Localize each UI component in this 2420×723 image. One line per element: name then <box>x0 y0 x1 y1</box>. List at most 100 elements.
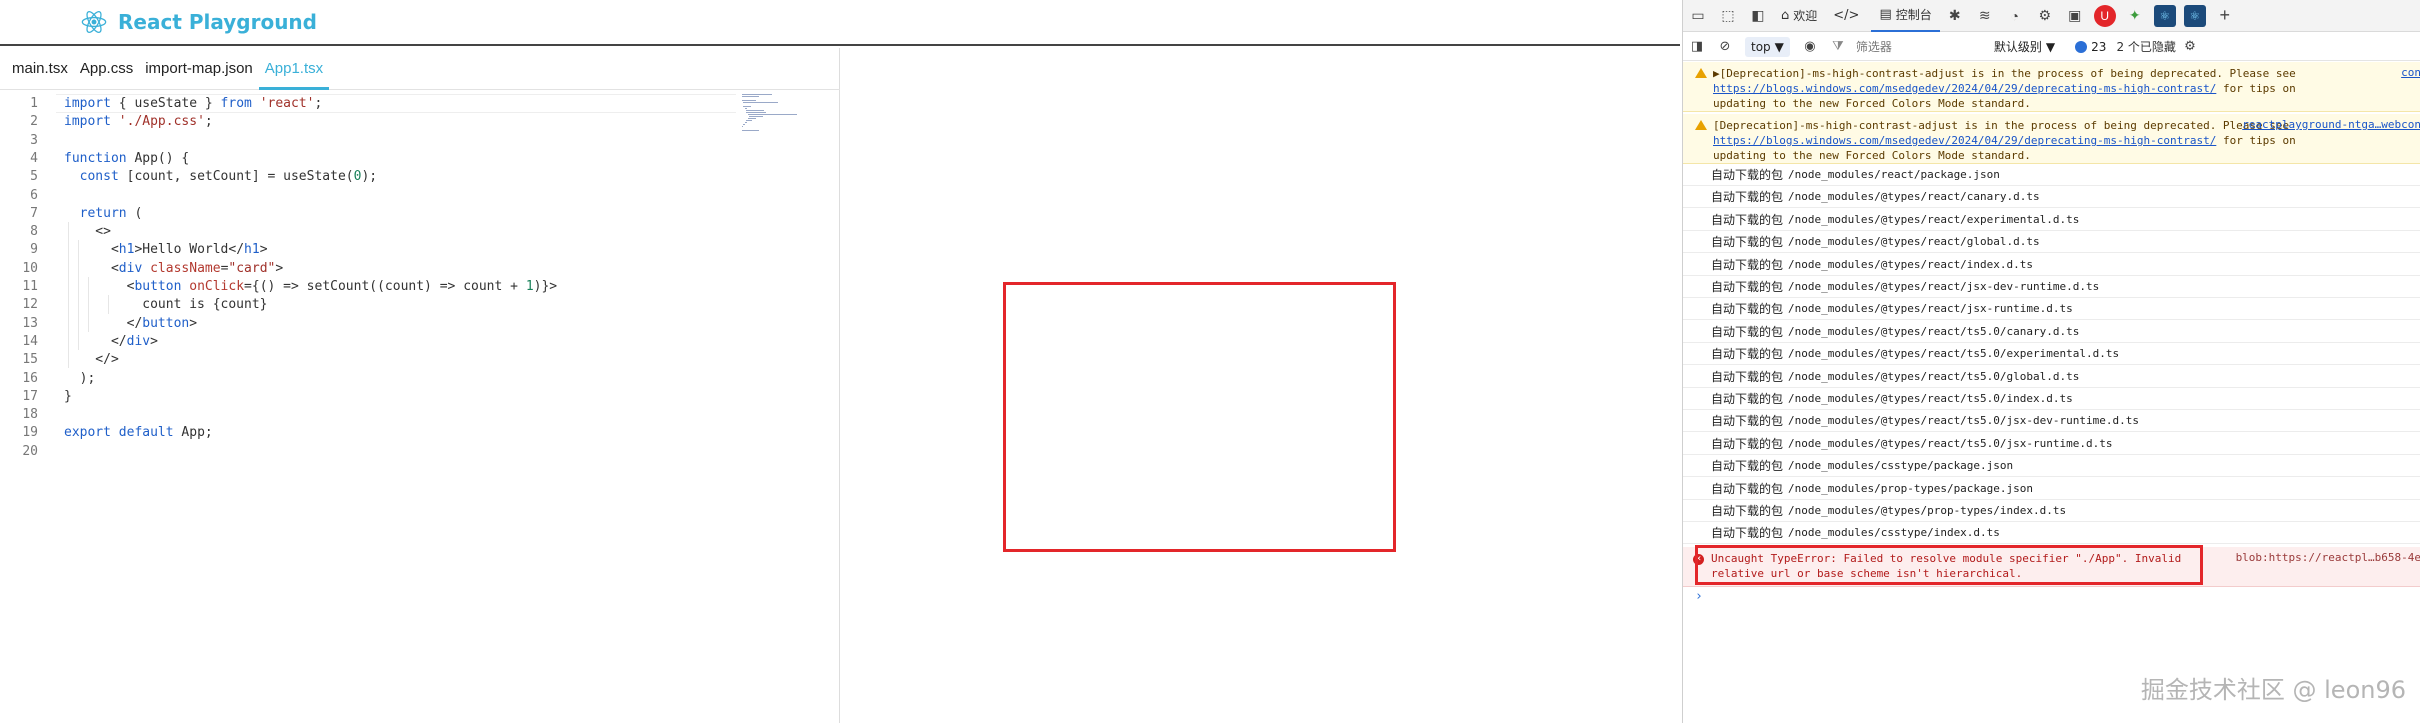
editor-minimap[interactable] <box>742 94 812 134</box>
code-line: 17} <box>0 387 740 406</box>
react-profiler-icon[interactable]: ⚛ <box>2183 4 2206 27</box>
log-path: /node_modules/@types/react/ts5.0/index.d… <box>1788 392 2073 405</box>
message-source-link[interactable]: con <box>2401 66 2420 79</box>
file-tab[interactable]: main.tsx <box>6 60 74 89</box>
log-path: /node_modules/@types/react/canary.d.ts <box>1788 190 2040 204</box>
console-messages: ▶[Deprecation]-ms-high-contrast-adjust i… <box>1683 62 2420 723</box>
line-number: 17 <box>22 388 38 404</box>
log-label: 自动下载的包 <box>1711 481 1784 496</box>
react-devtools-icon[interactable]: ⚛ <box>2153 4 2176 27</box>
minimap-line <box>742 100 757 101</box>
warning-link[interactable]: https://blogs.windows.com/msedgedev/2024… <box>1713 82 2216 95</box>
settings-gear-icon[interactable]: ⚙ <box>2034 5 2056 27</box>
devtools-tab[interactable]: ⌂ 欢迎 <box>1773 0 1825 32</box>
warning-text: ▶[Deprecation]-ms-high-contrast-adjust i… <box>1713 67 2303 80</box>
performance-icon[interactable]: ◔ <box>2004 5 2026 27</box>
log-label: 自动下载的包 <box>1711 347 1784 362</box>
code-line: 4 function App() { <box>0 149 740 168</box>
log-path: /node_modules/@types/react/ts5.0/jsx-dev… <box>1788 414 2139 428</box>
message-source-link[interactable]: reactplayground-ntga…webcon <box>2242 118 2420 131</box>
filter-input[interactable]: 筛选器 <box>1852 37 1968 57</box>
file-tab[interactable]: import-map.json <box>139 60 259 89</box>
minimap-line <box>747 114 798 115</box>
code-line: 20 <box>0 442 740 461</box>
warning-icon <box>1695 68 1707 78</box>
file-tab[interactable]: App.css <box>74 60 139 89</box>
line-number: 5 <box>30 169 38 185</box>
indent-guide <box>68 222 69 369</box>
code-line: 3 <box>0 131 740 150</box>
line-number: 2 <box>30 114 38 130</box>
warning-link[interactable]: https://blogs.windows.com/msedgedev/2024… <box>1713 134 2216 147</box>
warning-icon <box>1695 120 1707 130</box>
playground-app: React Playground main.tsx App.css import-m… <box>0 0 1680 723</box>
hidden-messages-count: 2 个已隐藏 <box>2116 40 2176 54</box>
devtools-tab[interactable]: ▤ 控制台 <box>1871 0 1940 32</box>
log-label: 自动下载的包 <box>1711 212 1784 227</box>
devtools-tab[interactable]: </> <box>1825 0 1871 32</box>
add-tab-icon[interactable]: + <box>2214 5 2236 27</box>
code-line: 14 </div> <box>0 332 740 351</box>
issues-counter[interactable]: 23 <box>2075 40 2106 54</box>
devtools-panel: ▭ ⬚ ◧ ⌂ 欢迎 </> ▤ 控制台 ✱ ≋ ◔ ⚙ ▣ U ✦ ⚛ ⚛ + ◨ ⊘… <box>1682 0 2420 723</box>
code-line: 12 count is {count} <box>0 295 740 314</box>
console-log: 自动下载的包/node_modules/@types/react/jsx-run… <box>1683 298 2420 321</box>
log-level-select[interactable]: 默认级别 ▼ <box>1994 38 2055 55</box>
sidebar-toggle-icon[interactable]: ◨ <box>1687 37 1707 57</box>
log-label: 自动下载的包 <box>1711 392 1784 406</box>
wifi-icon[interactable]: ≋ <box>1974 5 1996 27</box>
extension-red-icon[interactable]: U <box>2093 4 2116 27</box>
console-log: 自动下载的包/node_modules/@types/react/ts5.0/g… <box>1683 366 2420 388</box>
application-icon[interactable]: ▣ <box>2064 5 2086 27</box>
code-text: const [count, setCount] = useState(0); <box>79 169 378 185</box>
code-line: 10 <div className="card"> <box>0 259 740 278</box>
live-expression-eye-icon[interactable]: ◉ <box>1800 37 1820 57</box>
minimap-line <box>742 130 760 131</box>
console-log: 自动下载的包/node_modules/@types/react/jsx-dev… <box>1683 276 2420 298</box>
bug-icon[interactable]: ✱ <box>1944 5 1966 27</box>
clear-console-icon[interactable]: ⊘ <box>1715 37 1735 57</box>
log-path: /node_modules/@types/react/jsx-dev-runti… <box>1788 280 2100 293</box>
code-line: 19 export default App; <box>0 423 740 442</box>
console-filter-bar: ◨ ⊘ top ▼ ◉ ⧩ 筛选器 默认级别 ▼ 23 2 个已隐藏 ⚙ <box>1683 33 2420 61</box>
context-select[interactable]: top ▼ <box>1745 36 1790 57</box>
inspect-element-icon[interactable]: ⬚ <box>1717 5 1739 27</box>
log-level-value: 默认级别 <box>1993 40 2042 54</box>
minimap-line <box>744 122 748 123</box>
code-text: </> <box>64 352 119 368</box>
code-editor[interactable]: 1 import { useState } from 'react'; 2 impor… <box>0 94 840 723</box>
console-prompt[interactable]: › <box>1695 589 1703 604</box>
code-text: <> <box>64 224 111 240</box>
file-tab[interactable]: App1.tsx <box>258 60 330 90</box>
log-path: /node_modules/csstype/package.json <box>1788 459 2014 473</box>
minimap-line <box>746 120 752 121</box>
code-line: 5 const [count, setCount] = useState(0); <box>0 167 740 186</box>
code-text: <button onClick={() => setCount((count) … <box>64 279 558 294</box>
code-text: </button> <box>64 315 198 331</box>
console-log: 自动下载的包/node_modules/@types/react/global.… <box>1683 231 2420 254</box>
code-text: } <box>64 388 72 404</box>
console-warning: ▶[Deprecation]-ms-high-contrast-adjust i… <box>1683 62 2420 112</box>
code-text: count is {count} <box>64 297 268 313</box>
code-text: function App() { <box>64 150 190 166</box>
console-settings-icon[interactable]: ⚙ <box>2180 37 2200 57</box>
minimap-line <box>743 106 751 107</box>
device-emulation-icon[interactable]: ▭ <box>1687 5 1709 27</box>
message-source-link[interactable]: blob:https://reactpl…b658-4e <box>2236 551 2420 564</box>
code-text: <h1>Hello World</h1> <box>64 242 268 258</box>
log-path: /node_modules/csstype/index.d.ts <box>1788 526 2000 540</box>
console-log: 自动下载的包/node_modules/@types/react/ts5.0/c… <box>1683 321 2420 343</box>
log-path: /node_modules/@types/react/global.d.ts <box>1788 235 2040 249</box>
log-path: /node_modules/@types/prop-types/index.d.… <box>1788 504 2067 517</box>
code-line: 7 return ( <box>0 204 740 223</box>
dock-side-icon[interactable]: ◧ <box>1747 5 1769 27</box>
line-number: 3 <box>30 132 38 148</box>
devtools-tabs: ⌂ 欢迎 </> ▤ 控制台 <box>1773 0 1940 32</box>
code-editor-panel: main.tsx App.css import-map.json App1.tsx 1… <box>0 48 840 723</box>
log-label: 自动下载的包 <box>1711 414 1784 429</box>
console-log: 自动下载的包/node_modules/@types/react/canary.… <box>1683 186 2420 209</box>
minimap-line <box>742 126 743 127</box>
code-line: 11 <button onClick={() => setCount((coun… <box>0 277 740 296</box>
extension-sparkle-icon[interactable]: ✦ <box>2124 5 2146 27</box>
console-log: 自动下载的包/node_modules/@types/react/ts5.0/e… <box>1683 343 2420 366</box>
